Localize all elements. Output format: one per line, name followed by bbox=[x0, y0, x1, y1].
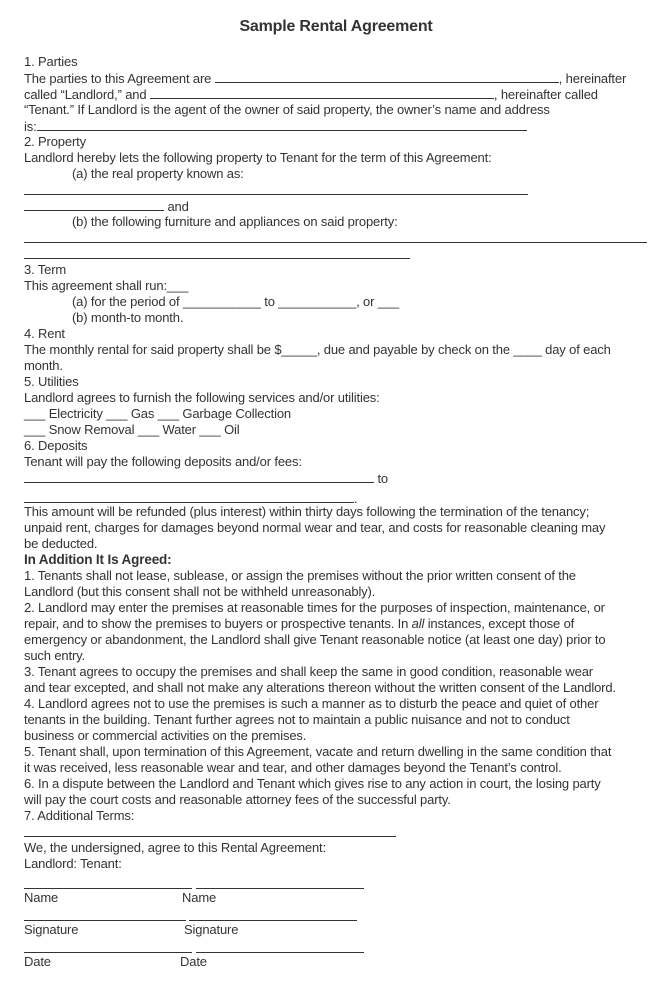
landlord-date-line[interactable] bbox=[24, 952, 192, 953]
deposits-line: . bbox=[24, 490, 654, 506]
landlord-name-line[interactable] bbox=[24, 888, 192, 889]
tenant-date-label: Date bbox=[180, 954, 207, 969]
clause-line: 2. Landlord may enter the premises at re… bbox=[24, 600, 605, 615]
clause-line: Landlord (but this consent shall not be … bbox=[24, 584, 376, 599]
clause-line: 1. Tenants shall not lease, sublease, or… bbox=[24, 568, 576, 583]
landlord-signature-label: Signature bbox=[24, 922, 79, 937]
owner-address-blank[interactable] bbox=[36, 118, 527, 131]
term-heading: 3. Term bbox=[24, 262, 67, 277]
property-and: and bbox=[164, 199, 189, 214]
clause-italic-word: all bbox=[411, 616, 425, 631]
property-line: and bbox=[24, 198, 654, 214]
additional-terms-line bbox=[24, 824, 654, 840]
property-item-b: (b) the following furniture and applianc… bbox=[72, 214, 398, 229]
parties-text: , hereinafter called bbox=[493, 87, 598, 102]
clause-line: 7. Additional Terms: bbox=[24, 808, 135, 823]
clause-line: emergency or abandonment, the Landlord s… bbox=[24, 632, 606, 647]
landlord-name-label: Name bbox=[24, 890, 59, 905]
deposit-purpose-blank[interactable] bbox=[24, 490, 354, 503]
parties-line-1: The parties to this Agreement are , here… bbox=[24, 70, 654, 86]
deposits-to: to bbox=[374, 471, 389, 486]
clause-text: instances, except those of bbox=[424, 616, 575, 631]
property-heading: 2. Property bbox=[24, 134, 86, 149]
deposits-heading: 6. Deposits bbox=[24, 438, 88, 453]
furniture-blank-2[interactable] bbox=[24, 246, 410, 259]
rent-line-2: month. bbox=[24, 358, 63, 373]
clause-line: and tear excepted, and shall not make an… bbox=[24, 680, 616, 695]
landlord-date-label: Date bbox=[24, 954, 51, 969]
clause-line: 3. Tenant agrees to occupy the premises … bbox=[24, 664, 593, 679]
refund-line: This amount will be refunded (plus inter… bbox=[24, 504, 590, 519]
signature-parties: Landlord: Tenant: bbox=[24, 856, 122, 871]
additional-heading: In Addition It Is Agreed: bbox=[24, 552, 172, 567]
clause-line: will pay the court costs and reasonable … bbox=[24, 792, 451, 807]
term-intro: This agreement shall run:___ bbox=[24, 278, 189, 293]
signature-row: Signature Signature bbox=[24, 920, 654, 952]
clause-line: 6. In a dispute between the Landlord and… bbox=[24, 776, 601, 791]
property-item-a: (a) the real property known as: bbox=[72, 166, 244, 181]
refund-line: be deducted. bbox=[24, 536, 98, 551]
real-property-blank[interactable] bbox=[24, 182, 528, 195]
term-item-b: (b) month-to month. bbox=[72, 310, 184, 325]
clause-line: 4. Landlord agrees not to use the premis… bbox=[24, 696, 599, 711]
party-two-blank[interactable] bbox=[149, 86, 494, 99]
real-property-blank-2[interactable] bbox=[24, 198, 164, 211]
clause-line: such entry. bbox=[24, 648, 85, 663]
utilities-row-1: ___ Electricity ___ Gas ___ Garbage Coll… bbox=[24, 406, 291, 421]
parties-heading: 1. Parties bbox=[24, 54, 78, 69]
rental-agreement-body: 1. Parties The parties to this Agreement… bbox=[24, 54, 654, 984]
additional-terms-blank[interactable] bbox=[24, 824, 396, 837]
deposits-line: to bbox=[24, 470, 654, 490]
tenant-date-line[interactable] bbox=[196, 952, 364, 953]
clause-text: repair, and to show the premises to buye… bbox=[24, 616, 412, 631]
date-row: Date Date bbox=[24, 952, 654, 984]
period-start-blank[interactable]: ___________ bbox=[183, 294, 261, 309]
deposit-amount-blank[interactable] bbox=[24, 470, 374, 483]
tenant-signature-label: Signature bbox=[184, 922, 239, 937]
property-line bbox=[24, 230, 654, 246]
clause-line: it was received, less reasonable wear an… bbox=[24, 760, 562, 775]
signature-intro: We, the undersigned, agree to this Renta… bbox=[24, 840, 326, 855]
utilities-intro: Landlord agrees to furnish the following… bbox=[24, 390, 380, 405]
clause-line: repair, and to show the premises to buye… bbox=[24, 616, 654, 632]
parties-line-3: “Tenant.” If Landlord is the agent of th… bbox=[24, 102, 550, 117]
clause-line: business or commercial activities on the… bbox=[24, 728, 307, 743]
clause-line: tenants in the building. Tenant further … bbox=[24, 712, 570, 727]
parties-text: , hereinafter bbox=[558, 71, 627, 86]
tenant-signature-line[interactable] bbox=[189, 920, 357, 921]
period-end-blank[interactable]: ___________ bbox=[278, 294, 356, 309]
rent-heading: 4. Rent bbox=[24, 326, 65, 341]
parties-text: called “Landlord,” and bbox=[24, 87, 150, 102]
parties-text: is: bbox=[24, 119, 37, 134]
term-text: , or ___ bbox=[356, 294, 400, 309]
deposits-intro: Tenant will pay the following deposits a… bbox=[24, 454, 302, 469]
tenant-name-label: Name bbox=[182, 890, 217, 905]
refund-line: unpaid rent, charges for damages beyond … bbox=[24, 520, 606, 535]
property-line bbox=[24, 246, 654, 262]
property-intro: Landlord hereby lets the following prope… bbox=[24, 150, 492, 165]
party-one-blank[interactable] bbox=[214, 70, 559, 83]
parties-line-2: called “Landlord,” and , hereinafter cal… bbox=[24, 86, 654, 102]
landlord-signature-line[interactable] bbox=[24, 920, 186, 921]
term-text: to bbox=[260, 294, 279, 309]
utilities-heading: 5. Utilities bbox=[24, 374, 79, 389]
term-text: (a) for the period of bbox=[72, 294, 183, 309]
document-title: Sample Rental Agreement bbox=[239, 18, 433, 35]
furniture-blank[interactable] bbox=[24, 230, 647, 243]
parties-text: The parties to this Agreement are bbox=[24, 71, 215, 86]
clause-line: 5. Tenant shall, upon termination of thi… bbox=[24, 744, 612, 759]
rent-line-1: The monthly rental for said property sha… bbox=[24, 342, 611, 357]
tenant-name-line[interactable] bbox=[196, 888, 364, 889]
property-line bbox=[24, 182, 654, 198]
utilities-row-2: ___ Snow Removal ___ Water ___ Oil bbox=[24, 422, 240, 437]
parties-line-4: is: bbox=[24, 118, 654, 134]
term-item-a: (a) for the period of ___________ to ___… bbox=[24, 294, 654, 310]
name-row: Name Name bbox=[24, 888, 654, 920]
